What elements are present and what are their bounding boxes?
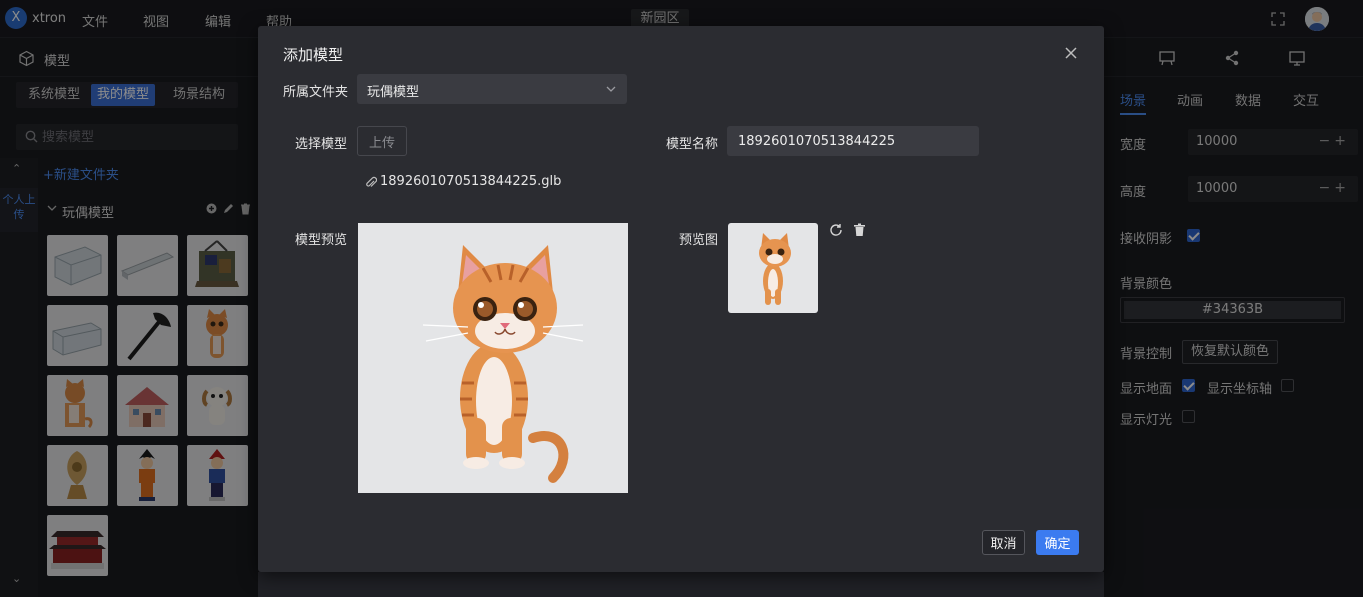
folder-select-value: 玩偶模型	[367, 85, 420, 100]
confirm-button[interactable]: 确定	[1036, 530, 1079, 555]
add-model-dialog: 添加模型 所属文件夹 玩偶模型 选择模型 上传 1892601070513844…	[258, 26, 1104, 572]
folder-select[interactable]: 玩偶模型	[357, 74, 627, 104]
refresh-icon[interactable]	[829, 223, 843, 237]
select-model-label: 选择模型	[295, 137, 348, 152]
model-name-input[interactable]	[727, 126, 979, 156]
close-icon[interactable]	[1064, 46, 1078, 60]
model-preview-label: 模型预览	[295, 233, 348, 248]
paperclip-icon	[366, 176, 377, 187]
chevron-down-icon	[606, 86, 616, 92]
cancel-button[interactable]: 取消	[982, 530, 1025, 555]
folder-label: 所属文件夹	[283, 85, 349, 100]
trash-icon[interactable]	[853, 223, 866, 237]
upload-button[interactable]: 上传	[357, 126, 407, 156]
model-name-label: 模型名称	[666, 137, 719, 152]
file-name: 1892601070513844225.glb	[380, 174, 562, 189]
modal-bottom-strip	[258, 572, 1104, 597]
dialog-title: 添加模型	[283, 46, 344, 64]
preview-thumbnail[interactable]	[728, 223, 818, 313]
model-preview-canvas[interactable]	[358, 223, 628, 493]
preview-image-label: 预览图	[679, 233, 719, 248]
